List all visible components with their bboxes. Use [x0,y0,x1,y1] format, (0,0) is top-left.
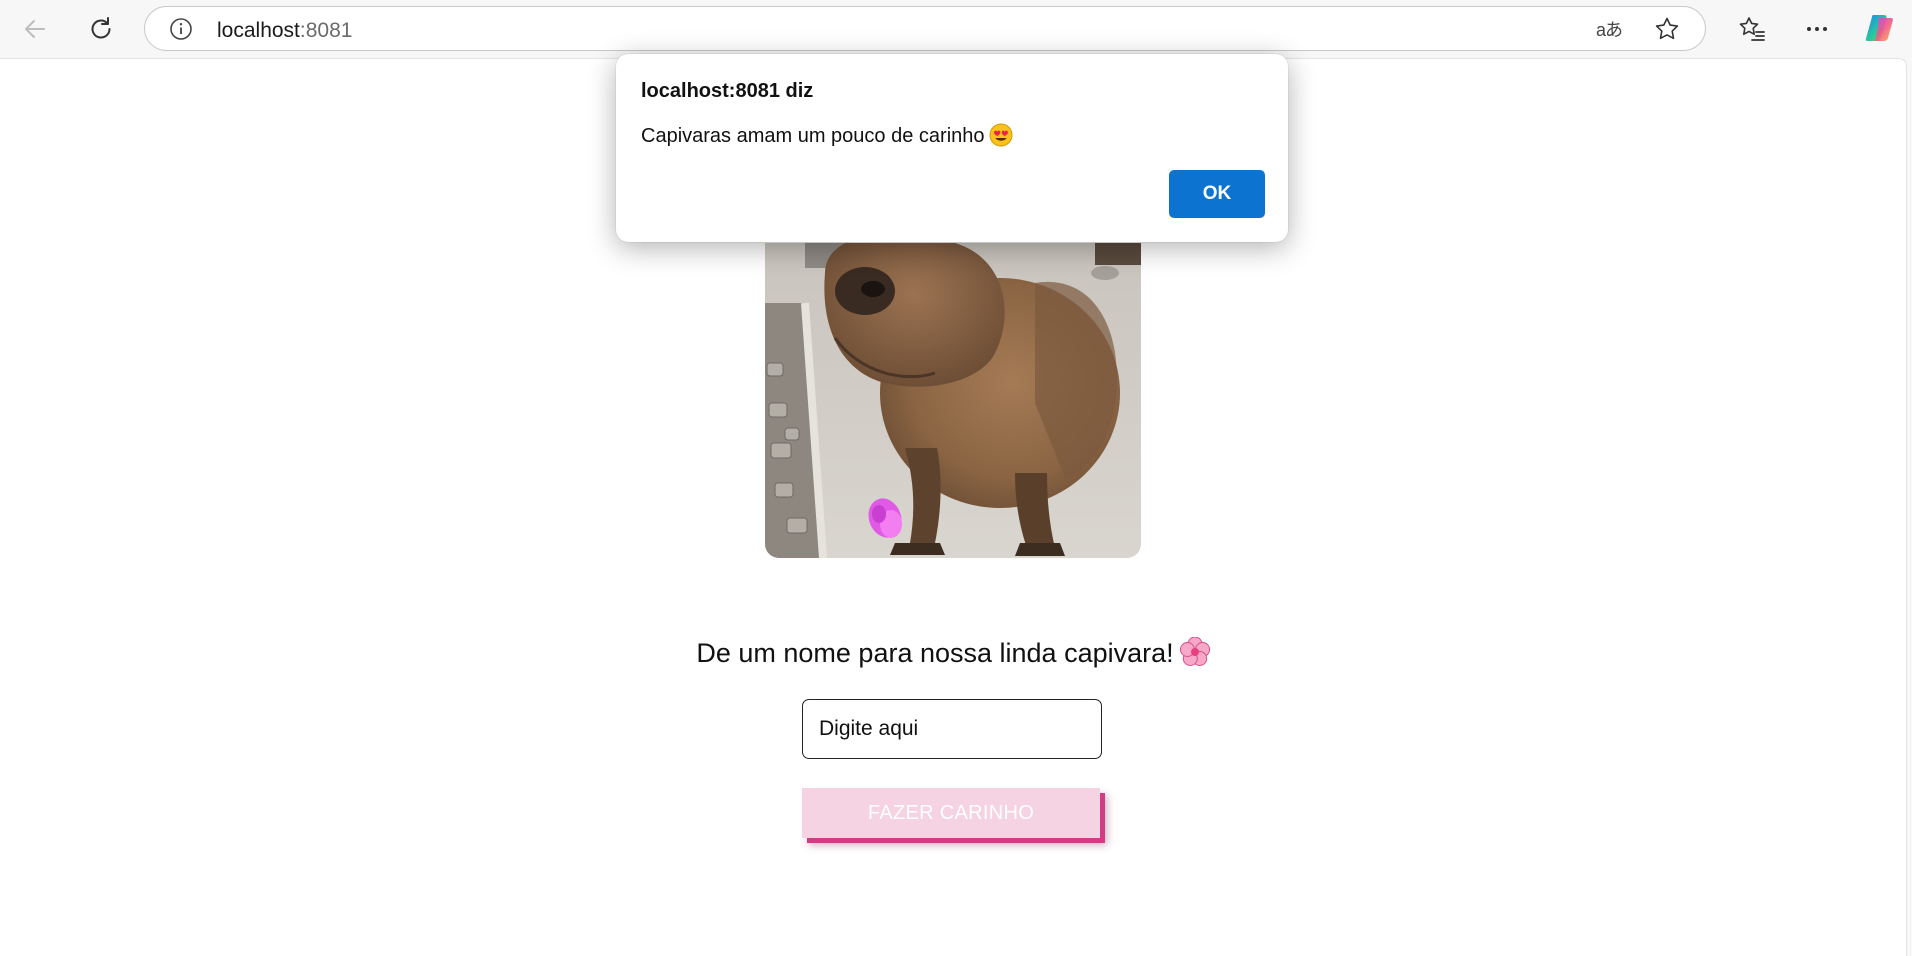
flower-emoji [1179,637,1210,666]
favorites-button[interactable] [1732,9,1772,49]
prompt-text: De um nome para nossa linda capivara! [696,638,1174,668]
capybara-image [765,243,1141,558]
address-bar[interactable]: localhost:8081 aあ [144,6,1706,51]
refresh-icon [91,17,111,39]
pet-capybara-button[interactable]: FAZER CARINHO [802,788,1100,838]
smiling-face-with-heart-eyes-emoji [989,123,1013,147]
url-host: localhost [217,19,300,42]
url-text[interactable]: localhost:8081 [217,19,352,43]
prompt-heading: De um nome para nossa linda capivara! [0,637,1906,669]
alert-dialog: localhost:8081 diz Capivaras amam um pou… [616,54,1288,242]
favorites-list-icon [1739,17,1765,41]
dialog-title: localhost:8081 diz [641,80,814,102]
star-icon[interactable] [1653,15,1681,43]
info-icon[interactable] [169,17,193,41]
dialog-message: Capivaras amam um pouco de carinho [641,123,1013,148]
back-button[interactable] [15,9,55,49]
translate-glyph: aあ [1595,20,1623,40]
ok-button[interactable]: OK [1169,170,1265,218]
refresh-button[interactable] [81,9,121,49]
back-arrow-icon [25,20,45,38]
name-input[interactable] [802,699,1102,759]
translate-icon[interactable]: aあ [1595,15,1623,43]
copilot-icon[interactable] [1864,12,1896,44]
browser-toolbar: localhost:8081 aあ [0,0,1912,58]
dialog-message-text: Capivaras amam um pouco de carinho [641,125,985,147]
more-button[interactable] [1797,9,1837,49]
more-icon [1807,27,1827,31]
url-port: :8081 [299,19,353,42]
